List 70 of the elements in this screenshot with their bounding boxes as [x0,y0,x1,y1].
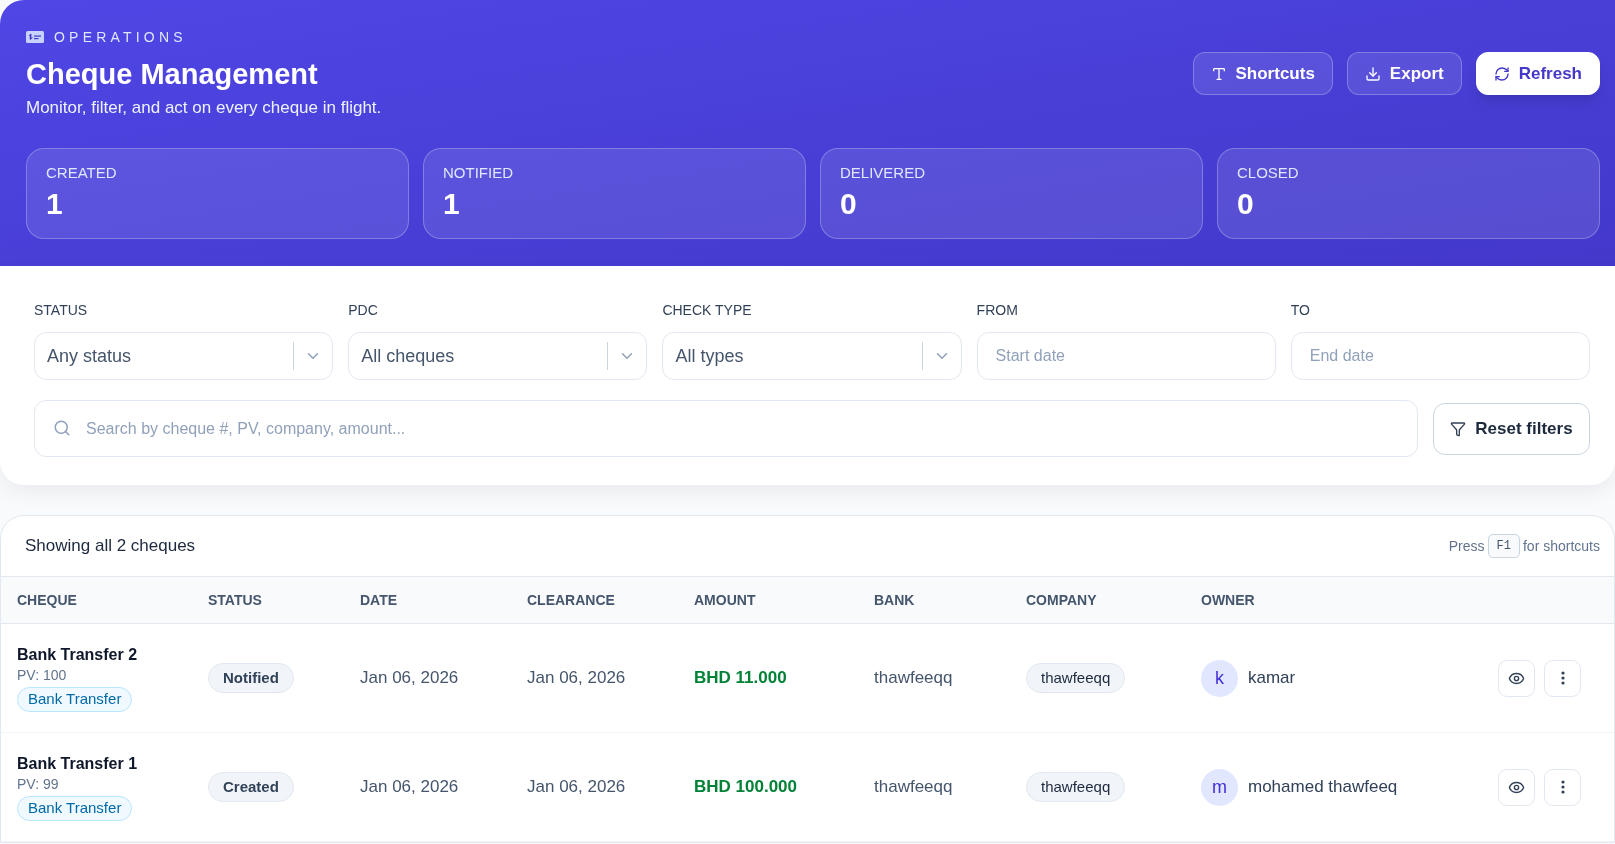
stat-label: CREATED [46,163,117,183]
company-pill: thawfeeqq [1026,663,1126,693]
filter-label: STATUS [34,301,88,319]
download-icon [1364,65,1381,82]
stat-value: 1 [443,186,460,222]
select-field[interactable]: All cheques [348,332,648,380]
keyboard-key: F1 [1487,534,1520,558]
stat-label: CLOSED [1237,163,1299,183]
stat-label: DELIVERED [840,163,926,183]
filter-label: TO [1290,301,1310,319]
refresh-icon [1493,65,1510,82]
stat-value: 0 [1237,186,1254,222]
status-pill: Notified [208,663,294,693]
column-header: AMOUNT [694,590,756,610]
results-summary: Showing all 2 cheques [25,535,196,558]
hint-text: Press [1448,536,1485,556]
select-field[interactable]: All types [662,332,962,380]
bank-text: thawfeeqq [874,776,953,799]
hint-text: for shortcuts [1522,536,1600,556]
clearance-date-text: Jan 06, 2026 [527,667,626,690]
type-tag: Bank Transfer [17,686,133,712]
column-header: COMPANY [1026,590,1097,610]
clearance-date-text: Jan 06, 2026 [527,776,626,799]
vertical-dots-icon [1560,671,1565,685]
funnel-icon [1450,420,1467,437]
stat-label: NOTIFIED [443,163,513,183]
date-field[interactable]: End date [1290,332,1590,380]
date-field[interactable]: Start date [976,332,1276,380]
column-header: DATE [360,590,398,610]
view-button[interactable] [1498,659,1535,697]
banknote-icon [26,31,44,43]
cheque-name: Bank Transfer 2 [17,644,138,665]
column-header: CHEQUE [17,590,77,610]
date-text: Jan 06, 2026 [360,776,459,799]
avatar-initial: m [1201,768,1238,806]
stat-value: 1 [46,186,63,222]
amount-text: BHD 11.000 [694,667,787,690]
page-title: Cheque Management [26,57,319,91]
column-header: CLEARANCE [527,590,615,610]
vertical-dots-icon [1560,780,1565,794]
owner-name: mohamed thawfeeq [1248,776,1398,799]
section-eyebrow: OPERATIONS [54,28,187,46]
column-header: OWNER [1201,590,1255,610]
amount-text: BHD 100.000 [694,776,797,799]
pv-number: PV: 100 [17,665,67,685]
column-header: BANK [874,590,915,610]
avatar-initial: k [1201,659,1238,697]
cheque-name: Bank Transfer 1 [17,753,138,774]
type-tag: Bank Transfer [17,795,133,821]
column-header: STATUS [208,590,262,610]
company-pill: thawfeeqq [1026,772,1126,802]
search-field[interactable]: Search by cheque #, PV, company, amount... [34,400,1418,457]
export-button[interactable]: Export [1346,52,1462,95]
status-pill: Created [208,772,294,802]
view-button[interactable] [1498,768,1535,806]
stat-value: 0 [840,186,857,222]
reset-filters-button[interactable]: Reset filters [1433,402,1590,455]
pv-number: PV: 99 [17,774,59,794]
shortcuts-button[interactable]: Shortcuts [1192,52,1333,95]
owner-name: kamar [1248,667,1296,690]
page-subtitle: Monitor, filter, and act on every cheque in flight. [26,97,382,119]
date-text: Jan 06, 2026 [360,667,459,690]
filter-label: PDC [348,301,378,319]
refresh-button[interactable]: Refresh [1475,52,1600,95]
search-icon [53,419,71,437]
bank-text: thawfeeqq [874,667,953,690]
filter-label: FROM [976,301,1018,319]
filter-label: CHECK TYPE [662,301,752,319]
letter-t-icon [1210,65,1227,82]
select-field[interactable]: Any status [34,332,334,380]
